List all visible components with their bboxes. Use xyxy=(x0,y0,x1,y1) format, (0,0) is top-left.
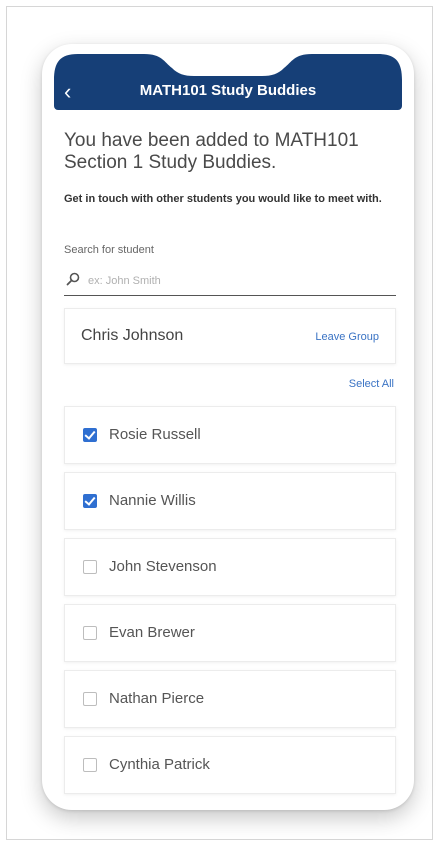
intro-subtitle: Get in touch with other students you wou… xyxy=(64,193,382,205)
student-checkbox[interactable] xyxy=(83,758,97,772)
search-field xyxy=(64,266,396,296)
student-row[interactable]: Cynthia Patrick xyxy=(64,736,396,794)
phone-screen: ‹ MATH101 Study Buddies You have been ad… xyxy=(42,44,414,810)
app-header xyxy=(54,44,402,110)
student-row[interactable]: Rosie Russell xyxy=(64,406,396,464)
student-checkbox[interactable] xyxy=(83,560,97,574)
student-name: Nathan Pierce xyxy=(109,690,205,707)
student-row[interactable]: Nannie Willis xyxy=(64,472,396,530)
intro-title: You have been added to MATH101 Section 1… xyxy=(64,130,359,173)
owner-name: Chris Johnson xyxy=(81,327,184,344)
student-name: Rosie Russell xyxy=(109,426,201,443)
select-all-button[interactable]: Select All xyxy=(349,378,394,390)
student-list: Rosie Russell Nannie Willis John Stevens… xyxy=(64,406,396,802)
student-row[interactable]: Evan Brewer xyxy=(64,604,396,662)
student-name: Cynthia Patrick xyxy=(109,756,210,773)
student-name: Evan Brewer xyxy=(109,624,195,641)
student-row[interactable]: John Stevenson xyxy=(64,538,396,596)
student-checkbox[interactable] xyxy=(83,428,97,442)
leave-group-button[interactable]: Leave Group xyxy=(315,331,379,343)
search-input[interactable] xyxy=(86,269,390,293)
owner-card: Chris Johnson Leave Group xyxy=(64,308,396,364)
student-row[interactable]: Nathan Pierce xyxy=(64,670,396,728)
search-icon xyxy=(66,272,80,286)
student-name: John Stevenson xyxy=(109,558,217,575)
student-checkbox[interactable] xyxy=(83,494,97,508)
page-title: MATH101 Study Buddies xyxy=(139,82,317,99)
student-checkbox[interactable] xyxy=(83,692,97,706)
student-name: Nannie Willis xyxy=(109,492,196,509)
search-label: Search for student xyxy=(64,244,154,256)
chevron-left-icon[interactable]: ‹ xyxy=(64,81,76,103)
student-checkbox[interactable] xyxy=(83,626,97,640)
